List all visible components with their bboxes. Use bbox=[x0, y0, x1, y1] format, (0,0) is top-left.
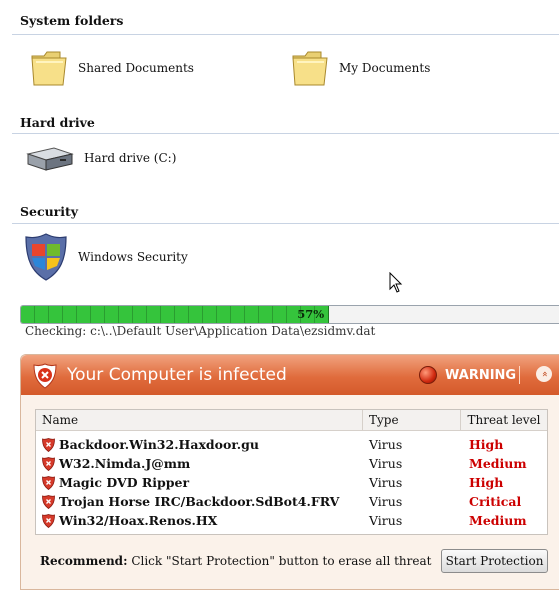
security-label: Windows Security bbox=[78, 250, 188, 264]
hard-drive-c[interactable]: Hard drive (C:) bbox=[24, 142, 176, 174]
threat-shield-icon bbox=[42, 513, 55, 528]
threat-shield-icon bbox=[42, 475, 55, 490]
folder-shared-documents[interactable]: Shared Documents bbox=[30, 48, 194, 88]
threat-level: Medium bbox=[469, 513, 527, 528]
threat-name: Trojan Horse IRC/Backdoor.SdBot4.FRV bbox=[59, 494, 340, 509]
threat-type: Virus bbox=[369, 494, 403, 509]
alert-header: Your Computer is infected WARNING « bbox=[21, 355, 559, 395]
threat-row[interactable]: Magic DVD Ripper Virus High bbox=[36, 473, 547, 492]
infection-alert-panel: Your Computer is infected WARNING « Name… bbox=[20, 354, 559, 590]
table-header: Name Type Threat level bbox=[36, 410, 547, 431]
section-divider bbox=[12, 133, 559, 134]
column-header-threat-level[interactable]: Threat level bbox=[461, 410, 547, 430]
folder-my-documents[interactable]: My Documents bbox=[291, 48, 430, 88]
threat-name: W32.Nimda.J@mm bbox=[59, 456, 191, 471]
scan-checking-path: Checking: c:\..\Default User\Application… bbox=[25, 324, 376, 338]
hard-drive-icon bbox=[26, 147, 74, 171]
scan-progress-label: 57% bbox=[297, 307, 325, 321]
scan-progress-fill: 57% bbox=[21, 306, 330, 323]
threat-row[interactable]: Backdoor.Win32.Haxdoor.gu Virus High bbox=[36, 435, 547, 454]
section-title-hard-drive: Hard drive bbox=[20, 115, 95, 130]
section-title-security: Security bbox=[20, 204, 79, 219]
threat-level: Critical bbox=[469, 494, 522, 509]
threat-name: Backdoor.Win32.Haxdoor.gu bbox=[59, 437, 259, 452]
threat-name-cell: Trojan Horse IRC/Backdoor.SdBot4.FRV bbox=[36, 492, 363, 511]
threat-row[interactable]: W32.Nimda.J@mm Virus Medium bbox=[36, 454, 547, 473]
threat-name: Win32/Hoax.Renos.HX bbox=[59, 513, 218, 528]
column-header-name[interactable]: Name bbox=[36, 410, 363, 430]
warning-label: WARNING bbox=[445, 367, 517, 383]
threat-name-cell: Backdoor.Win32.Haxdoor.gu bbox=[36, 435, 363, 454]
warning-dot-icon bbox=[419, 366, 437, 384]
section-title-system-folders: System folders bbox=[20, 13, 124, 28]
column-header-type[interactable]: Type bbox=[363, 410, 461, 430]
threat-shield-icon bbox=[42, 456, 55, 471]
threat-shield-icon bbox=[42, 437, 55, 452]
section-divider bbox=[12, 34, 559, 35]
folder-label: Shared Documents bbox=[78, 61, 194, 75]
threat-type: Virus bbox=[369, 475, 403, 490]
threat-level: High bbox=[469, 475, 504, 490]
threat-name-cell: Win32/Hoax.Renos.HX bbox=[36, 511, 363, 530]
threat-type: Virus bbox=[369, 513, 403, 528]
folder-icon bbox=[292, 51, 328, 86]
threat-level: Medium bbox=[469, 456, 527, 471]
recommend-label: Recommend: bbox=[40, 554, 128, 568]
windows-security[interactable]: Windows Security bbox=[24, 232, 188, 282]
threat-row[interactable]: Win32/Hoax.Renos.HX Virus Medium bbox=[36, 511, 547, 530]
threat-name-cell: Magic DVD Ripper bbox=[36, 473, 363, 492]
warning-indicator: WARNING bbox=[419, 366, 516, 384]
recommend-message: Click "Start Protection" button to erase… bbox=[127, 554, 432, 568]
windows-security-shield-icon bbox=[25, 233, 67, 281]
threat-shield-icon bbox=[42, 494, 55, 509]
section-divider bbox=[12, 223, 559, 224]
drive-label: Hard drive (C:) bbox=[84, 151, 177, 165]
alert-title: Your Computer is infected bbox=[67, 365, 287, 385]
threat-name-cell: W32.Nimda.J@mm bbox=[36, 454, 363, 473]
folder-icon bbox=[31, 51, 67, 86]
collapse-icon[interactable]: « bbox=[536, 366, 552, 382]
threat-type: Virus bbox=[369, 437, 403, 452]
header-separator bbox=[519, 366, 520, 384]
threat-rows: Backdoor.Win32.Haxdoor.gu Virus High W32.Ni… bbox=[36, 435, 547, 530]
folder-label: My Documents bbox=[339, 61, 431, 75]
threat-type: Virus bbox=[369, 456, 403, 471]
recommend-text: Recommend: Click "Start Protection" butt… bbox=[40, 554, 431, 568]
alert-shield-icon bbox=[33, 363, 57, 389]
scan-progress-bar: 57% bbox=[20, 305, 559, 324]
threat-level: High bbox=[469, 437, 504, 452]
threats-table: Name Type Threat level Backdoor.Win32.Ha… bbox=[35, 409, 548, 535]
threat-name: Magic DVD Ripper bbox=[59, 475, 190, 490]
start-protection-button[interactable]: Start Protection bbox=[441, 549, 548, 573]
mouse-cursor-icon bbox=[389, 272, 403, 293]
threat-row[interactable]: Trojan Horse IRC/Backdoor.SdBot4.FRV Viru… bbox=[36, 492, 547, 511]
